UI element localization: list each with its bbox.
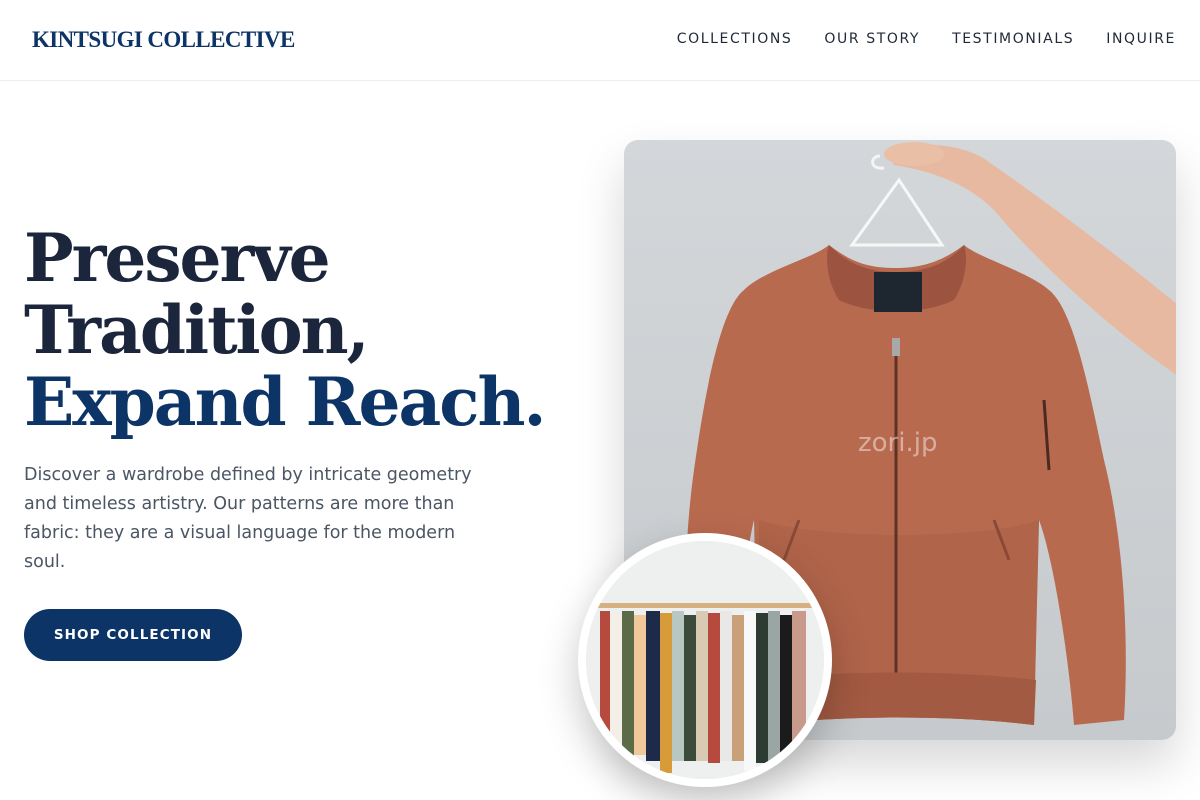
nav-collections[interactable]: COLLECTIONS — [677, 31, 793, 47]
nav-our-story[interactable]: OUR STORY — [824, 31, 920, 47]
clothing-rack-inset-image — [578, 533, 832, 787]
headline-line-2: Tradition, — [24, 291, 370, 369]
site-header: KINTSUGI COLLECTIVE COLLECTIONS OUR STOR… — [0, 0, 1200, 81]
shop-collection-button[interactable]: SHOP COLLECTION — [24, 609, 242, 661]
image-watermark: zori.jp — [858, 428, 938, 458]
headline-line-3: Expand Reach. — [24, 363, 546, 441]
hero-headline: Preserve Tradition, Expand Reach. — [24, 219, 546, 441]
hero-description: Discover a wardrobe defined by intricate… — [24, 465, 472, 572]
main-nav: COLLECTIONS OUR STORY TESTIMONIALS INQUI… — [677, 31, 1176, 47]
rack-illustration — [586, 541, 824, 779]
headline-line-1: Preserve — [24, 219, 331, 297]
brand-logo[interactable]: KINTSUGI COLLECTIVE — [32, 27, 295, 53]
nav-testimonials[interactable]: TESTIMONIALS — [952, 31, 1074, 47]
nav-inquire[interactable]: INQUIRE — [1106, 31, 1176, 47]
